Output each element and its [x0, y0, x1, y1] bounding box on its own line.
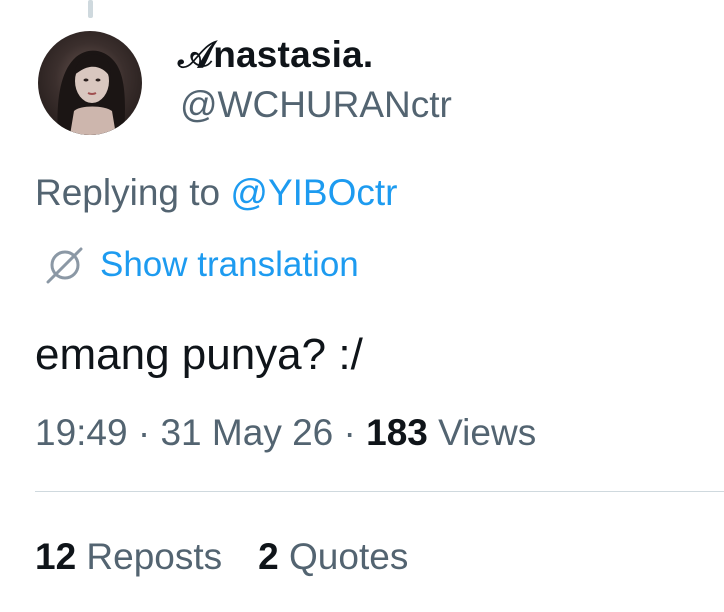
quotes-label: Quotes: [278, 536, 409, 577]
globe-slash-icon: [46, 247, 83, 284]
views-count: 183: [366, 412, 428, 453]
divider: [35, 491, 724, 492]
tweet-time[interactable]: 19:49: [35, 412, 128, 453]
tweet-stats: 12 Reposts 2 Quotes: [35, 536, 408, 578]
tweet-date[interactable]: 31 May 26: [160, 412, 333, 453]
views-label: Views: [427, 412, 537, 453]
reply-mention-link[interactable]: @YIBOctr: [230, 172, 397, 213]
reposts-stat[interactable]: 12 Reposts: [35, 536, 222, 578]
reposts-label: Reposts: [76, 536, 223, 577]
replying-to-line: Replying to @YIBOctr: [35, 172, 397, 214]
author-display-name[interactable]: 𝒜nastasia.: [178, 34, 373, 77]
quotes-stat[interactable]: 2 Quotes: [258, 536, 408, 578]
show-translation-label[interactable]: Show translation: [100, 245, 359, 285]
quotes-count: 2: [258, 536, 279, 577]
meta-separator: ·: [333, 412, 367, 453]
meta-separator: ·: [127, 412, 161, 453]
tweet-meta: 19:49 · 31 May 26 · 183 Views: [35, 412, 536, 454]
tweet-text: emang punya? :/: [35, 330, 363, 379]
thread-connector-line: [88, 0, 93, 18]
avatar-portrait-icon: [57, 50, 125, 135]
author-handle[interactable]: @WCHURANctr: [180, 84, 452, 126]
reposts-count: 12: [35, 536, 77, 577]
replying-to-prefix: Replying to: [35, 172, 231, 213]
show-translation-button[interactable]: Show translation: [44, 244, 359, 286]
avatar[interactable]: [38, 31, 142, 135]
